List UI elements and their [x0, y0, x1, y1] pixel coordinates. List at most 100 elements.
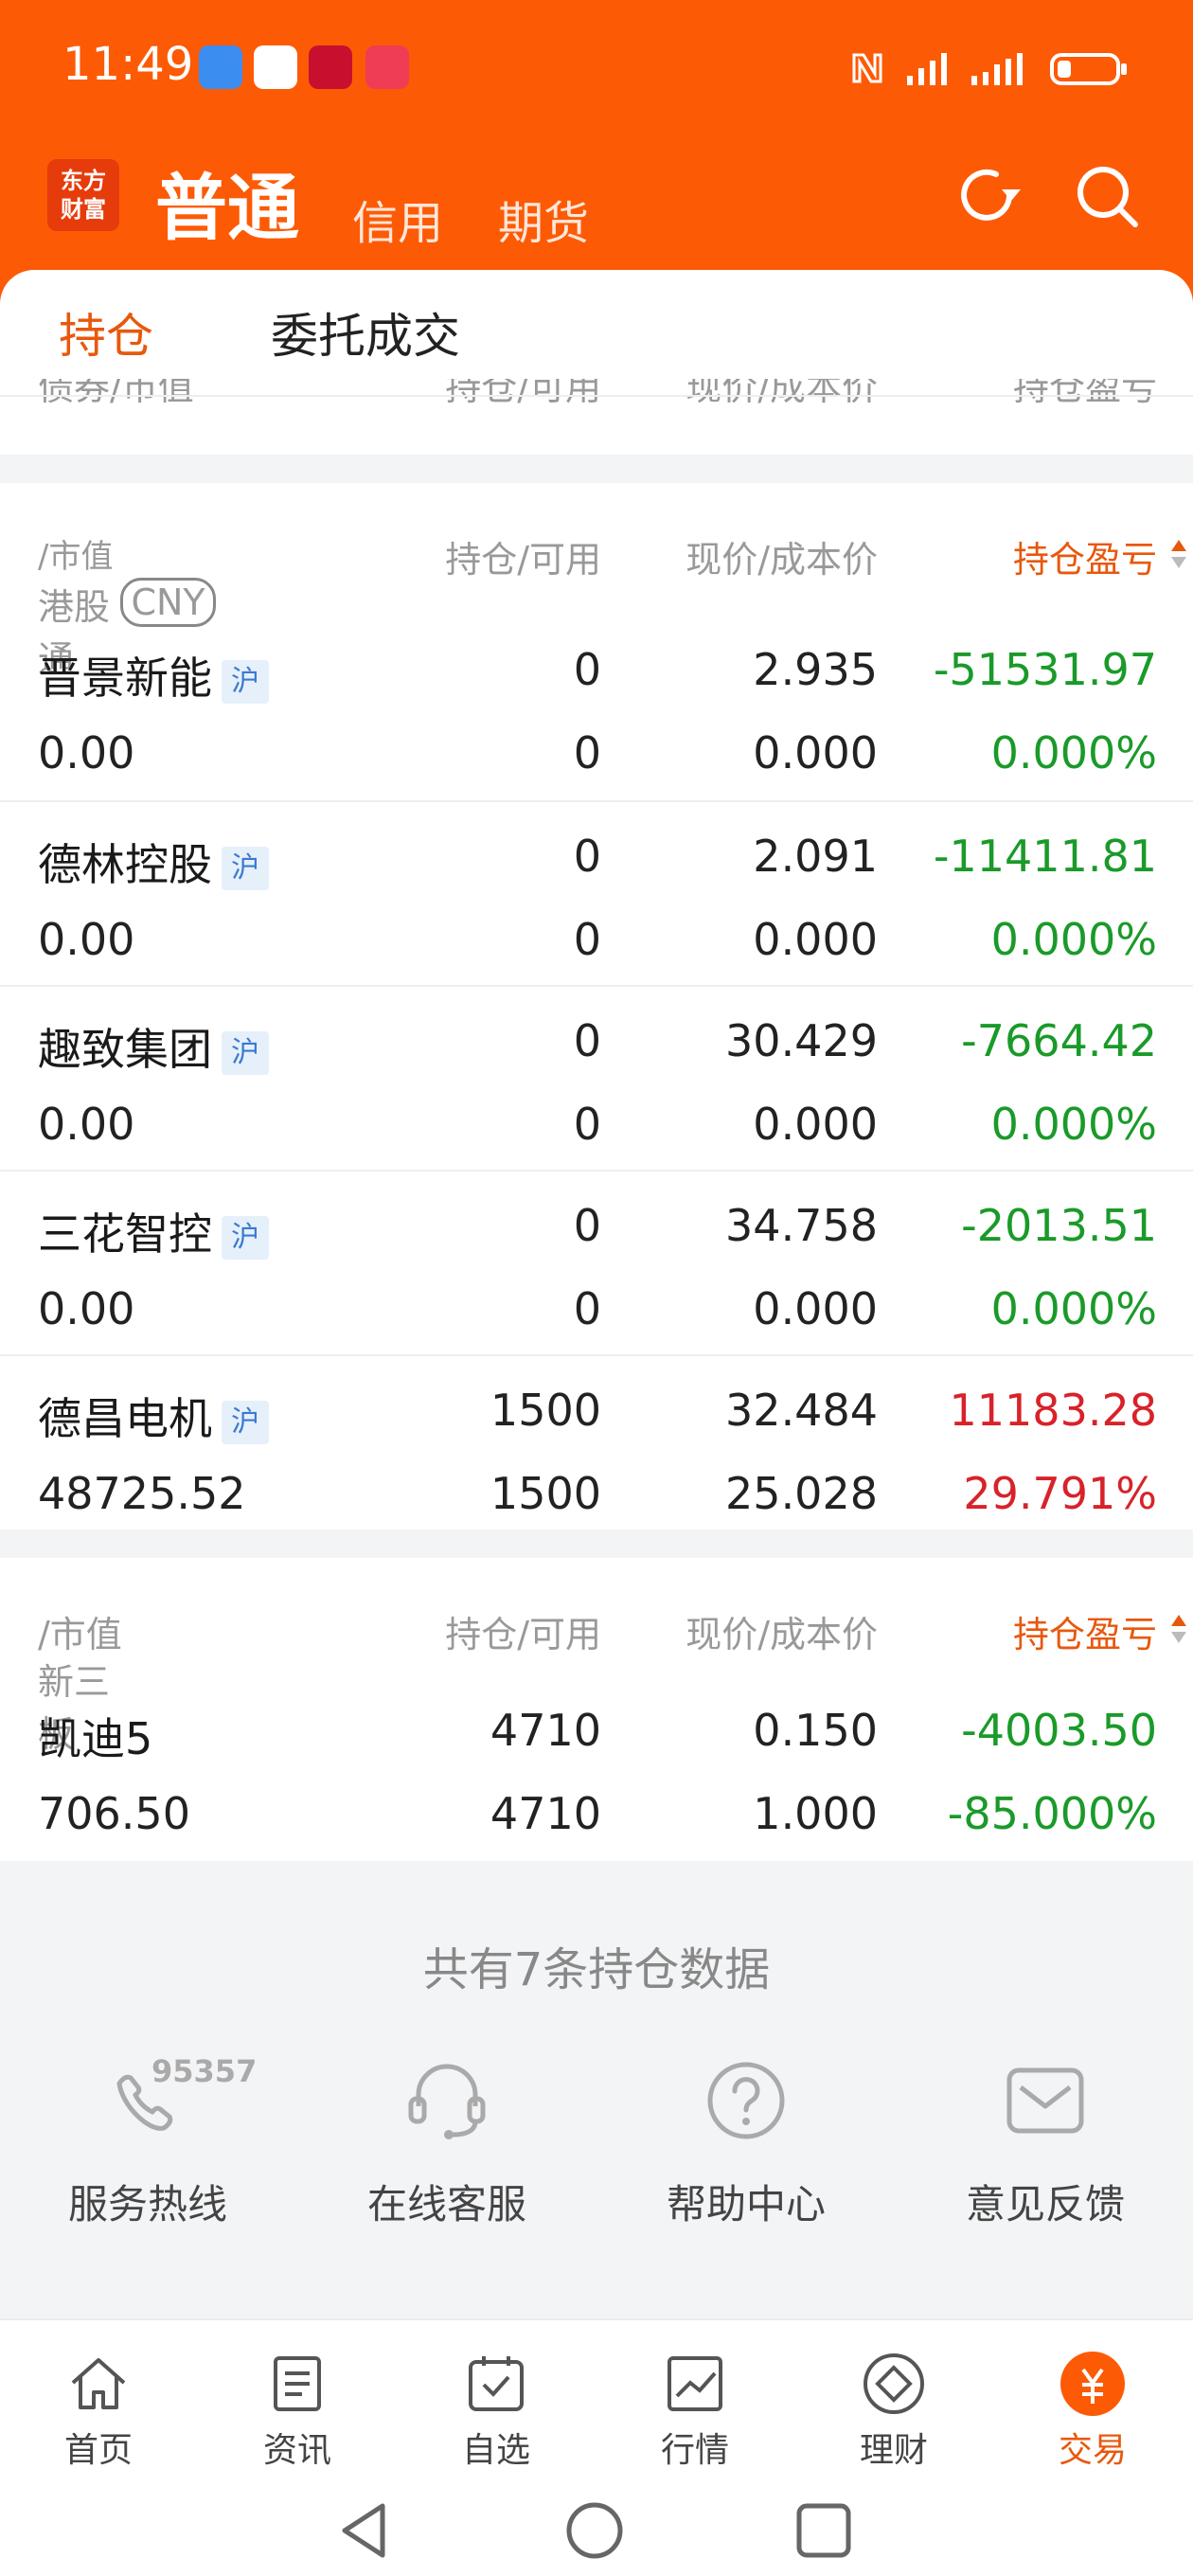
table-row[interactable]: 三花智控沪 0 34.758 -2013.51 0.00 0 0.000 0.0… [0, 1170, 1193, 1354]
positions-list: 凯迪5 4710 0.150 -4003.50 706.50 4710 1.00… [0, 1676, 1193, 1861]
hold-qty: 4710 [490, 1705, 601, 1756]
section-gap [0, 1530, 1193, 1558]
nav-home[interactable]: 首页 [23, 2349, 174, 2472]
stock-name: 晋景新能沪 [38, 644, 269, 707]
nav-watchlist[interactable]: 自选 [420, 2349, 572, 2472]
profit-loss: -4003.50 [961, 1705, 1157, 1756]
profit-loss: -11411.81 [933, 831, 1157, 882]
current-price: 0.150 [753, 1705, 878, 1756]
positions-list: 晋景新能沪 0 2.935 -51531.97 0.00 0 0.000 0.0… [0, 616, 1193, 1539]
tab-orders[interactable]: 委托成交 [271, 298, 460, 367]
mail-icon [1006, 2067, 1084, 2134]
nav-market[interactable]: 行情 [619, 2349, 771, 2472]
section-subtitle: /市值 [38, 1614, 122, 1655]
app-logo: 东方 财富 [47, 159, 119, 231]
profit-loss: -7664.42 [961, 1015, 1157, 1066]
available-qty: 0 [573, 727, 601, 778]
bank-app-icon [254, 45, 297, 89]
home-icon [71, 2358, 126, 2409]
stock-name: 德昌电机沪 [38, 1385, 269, 1447]
nav-trade[interactable]: 交易 [1017, 2349, 1168, 2472]
nav-news[interactable]: 资讯 [222, 2349, 373, 2472]
profit-loss-pct: 0.000% [990, 1099, 1157, 1150]
section-subtitle: /市值 [38, 538, 114, 576]
nav-label: 理财 [859, 2431, 928, 2470]
section-title: 港股通/市值 CNY [38, 530, 216, 680]
cost-price: 0.000 [753, 1099, 878, 1150]
profit-loss-pct: 0.000% [990, 914, 1157, 965]
back-icon[interactable] [331, 2500, 398, 2561]
signal-icon [907, 53, 947, 85]
profit-loss-pct: 29.791% [963, 1468, 1157, 1519]
stock-name-text: 凯迪5 [38, 1713, 153, 1764]
available-qty: 4710 [490, 1788, 601, 1839]
col-hold-header: 持仓/可用 [445, 1614, 601, 1655]
table-row[interactable]: 趣致集团沪 0 30.429 -7664.42 0.00 0 0.000 0.0… [0, 985, 1193, 1170]
section-gap [0, 455, 1193, 483]
table-row[interactable]: 德昌电机沪 1500 32.484 11183.28 48725.52 1500… [0, 1354, 1193, 1539]
account-credit-tab[interactable]: 信用 [352, 186, 443, 252]
service-help-center[interactable]: 帮助中心 [632, 2055, 860, 2230]
profit-loss: -2013.51 [961, 1200, 1157, 1251]
market-value: 0.00 [38, 1099, 135, 1150]
table-row[interactable]: 德林控股沪 0 2.091 -11411.81 0.00 0 0.000 0.0… [0, 800, 1193, 985]
positions-summary: 共有7条持仓数据 [422, 1943, 771, 1996]
service-label: 意见反馈 [965, 2181, 1125, 2227]
current-price: 32.484 [725, 1385, 878, 1436]
watchlist-icon [469, 2356, 524, 2411]
nav-wealth[interactable]: 理财 [818, 2349, 970, 2472]
nav-label: 交易 [1058, 2431, 1127, 2470]
table-row[interactable]: 凯迪5 4710 0.150 -4003.50 706.50 4710 1.00… [0, 1676, 1193, 1861]
battery-icon [1050, 53, 1127, 85]
nav-label: 行情 [660, 2431, 729, 2470]
cost-price: 1.000 [753, 1788, 878, 1839]
current-price: 2.935 [753, 644, 878, 695]
market-value: 48725.52 [38, 1468, 246, 1519]
table-row[interactable]: 晋景新能沪 0 2.935 -51531.97 0.00 0 0.000 0.0… [0, 616, 1193, 800]
icbc-app-icon [309, 45, 352, 89]
nfc-icon [852, 53, 882, 83]
profit-loss: -51531.97 [933, 644, 1157, 695]
market-value: 0.00 [38, 914, 135, 965]
section-hk-connect: 港股通/市值 CNY 持仓/可用 现价/成本价 持仓盈亏 晋景新能沪 0 2.93… [0, 483, 1193, 1530]
account-normal-tab[interactable]: 普通 [155, 150, 299, 254]
refresh-icon[interactable] [953, 161, 1023, 231]
service-hotline[interactable]: 95357 服务热线 [34, 2053, 261, 2230]
app-header: 11:49 东方 财富 普通 信用 期货 [0, 0, 1193, 313]
profit-loss-pct: -85.000% [947, 1788, 1157, 1839]
stock-name: 德林控股沪 [38, 831, 269, 893]
col-price-header: 现价/成本价 [686, 539, 878, 581]
stock-name-text: 晋景新能 [38, 653, 212, 704]
sort-icon[interactable] [1168, 538, 1189, 570]
market-badge: 沪 [222, 846, 269, 890]
section-title: 新三板/市值 [38, 1605, 122, 1755]
market-badge: 沪 [222, 1215, 269, 1260]
news-icon [274, 2356, 321, 2411]
service-feedback[interactable]: 意见反馈 [932, 2055, 1159, 2230]
market-value: 0.00 [38, 727, 135, 778]
recents-icon[interactable] [793, 2500, 854, 2561]
available-qty: 1500 [490, 1468, 601, 1519]
available-qty: 0 [573, 1099, 601, 1150]
stock-name-text: 德林控股 [38, 839, 212, 890]
stock-name: 三花智控沪 [38, 1200, 269, 1262]
col-hold-header: 持仓/可用 [445, 539, 601, 581]
col-pl-header[interactable]: 持仓盈亏 [1013, 1605, 1157, 1657]
search-icon[interactable] [1072, 161, 1142, 231]
home-circle-icon[interactable] [564, 2500, 625, 2561]
service-online-support[interactable]: 在线客服 [333, 2055, 561, 2230]
col-pl-header[interactable]: 持仓盈亏 [1013, 530, 1157, 582]
available-qty: 0 [573, 1283, 601, 1334]
signal-2-icon [971, 53, 1023, 85]
profit-loss: 11183.28 [949, 1385, 1158, 1436]
section-header: 港股通/市值 CNY 持仓/可用 现价/成本价 持仓盈亏 [0, 483, 1193, 680]
account-futures-tab[interactable]: 期货 [498, 186, 589, 252]
hold-qty: 0 [573, 1015, 601, 1066]
sort-icon[interactable] [1168, 1613, 1189, 1645]
market-badge: 沪 [222, 1400, 269, 1444]
question-icon [707, 2062, 785, 2139]
col-price-header: 现价/成本价 [686, 1614, 878, 1655]
cost-price: 25.028 [725, 1468, 878, 1519]
tab-positions[interactable]: 持仓 [59, 298, 153, 367]
hold-qty: 1500 [490, 1385, 601, 1436]
